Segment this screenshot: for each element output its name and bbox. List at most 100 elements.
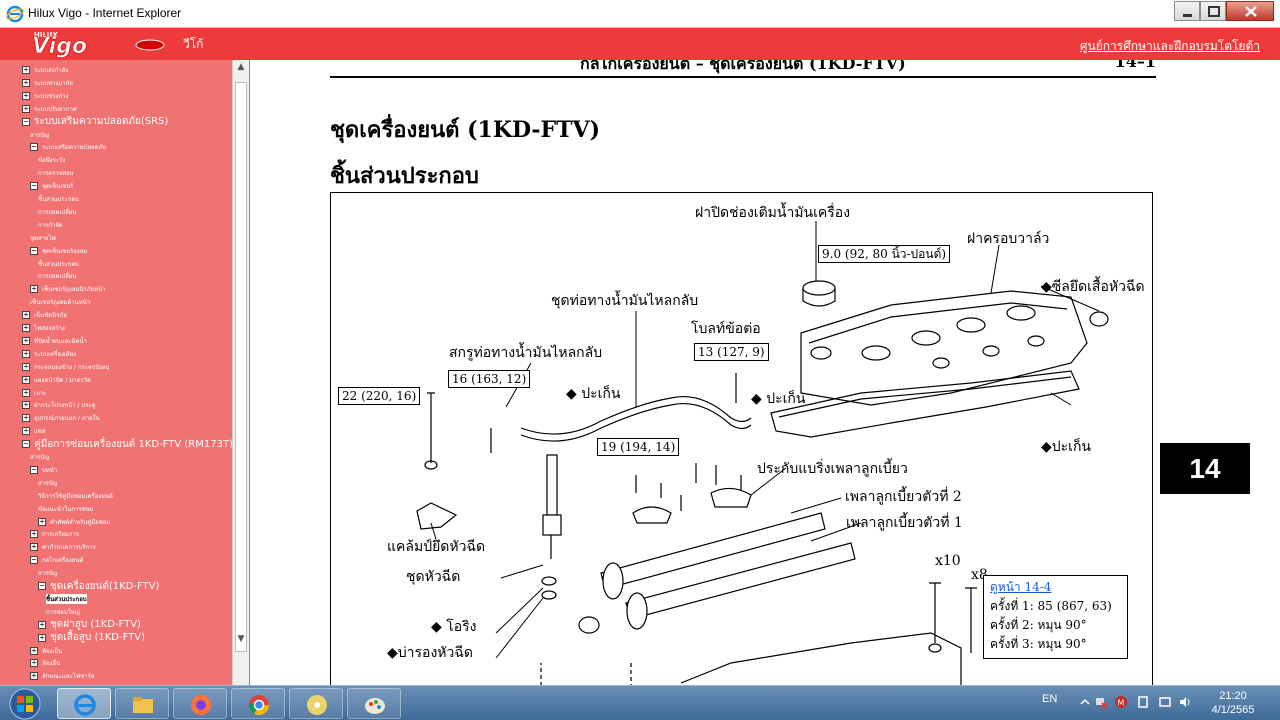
network-warning-icon[interactable] <box>1094 695 1108 709</box>
sidebar-tree-item[interactable]: + เบาะ <box>22 387 46 399</box>
scroll-down-icon[interactable]: ▼ <box>233 634 249 650</box>
sidebar-tree-item[interactable]: การตรวจสอบ <box>38 167 73 179</box>
expand-icon[interactable]: + <box>22 427 30 436</box>
sidebar-tree-item[interactable]: การซ่อมใหญ่ <box>46 606 80 618</box>
collapse-icon[interactable]: − <box>30 556 38 565</box>
taskbar-chrome[interactable] <box>231 688 285 719</box>
expand-icon[interactable]: + <box>22 388 30 397</box>
training-center-link[interactable]: ศูนย์การศึกษาและฝึกอบรมโตโยต้า <box>1080 37 1260 56</box>
taskbar-firefox[interactable] <box>173 688 227 719</box>
taskbar-internet-explorer[interactable] <box>57 688 111 719</box>
expand-icon[interactable]: + <box>38 633 46 642</box>
taskbar-paint[interactable] <box>347 688 401 719</box>
antivirus-icon[interactable]: M <box>1114 695 1128 709</box>
expand-icon[interactable]: + <box>22 349 30 358</box>
sidebar-tree-item[interactable]: + ระบบช่วงล่าง <box>22 90 68 102</box>
collapse-icon[interactable]: − <box>30 465 38 474</box>
sidebar-tree-item[interactable]: ข้อพึงระวัง <box>38 154 65 166</box>
sidebar-tree-item[interactable]: + ระบบพวงมาลัย <box>22 77 73 89</box>
device-icon[interactable] <box>1136 695 1150 709</box>
expand-icon[interactable]: + <box>38 620 46 629</box>
maximize-button[interactable] <box>1200 1 1226 21</box>
chevron-up-icon[interactable] <box>1078 695 1092 709</box>
sidebar-tree-item[interactable]: + เข็มขัดนิรภัย <box>22 309 67 321</box>
sidebar-tree-item[interactable]: ชุดสายไฟ <box>30 232 56 244</box>
expand-icon[interactable]: + <box>22 414 30 423</box>
sidebar-tree-item[interactable]: + ชุดฝาสูบ (1KD-FTV) <box>38 619 141 631</box>
sidebar-tree-item[interactable]: − ชุดเครื่องยนต์(1KD-FTV) <box>38 580 159 592</box>
sidebar-tree-item[interactable]: สารบัญ <box>38 567 57 579</box>
sidebar-tree-item[interactable]: − กลไกเครื่องยนต์ <box>30 554 83 566</box>
taskbar-file-explorer[interactable] <box>115 688 169 719</box>
sidebar-tree-item[interactable]: + แชส <box>22 425 46 437</box>
scroll-up-icon[interactable]: ▲ <box>233 62 249 78</box>
sidebar-tree-item[interactable]: + ห้องเย็น <box>30 645 62 657</box>
sidebar-tree-item[interactable]: ข้อแนะนำในการซ่อม <box>38 503 93 515</box>
sidebar-tree-item[interactable]: − ชุดเซ็นเซอร์ถุงลม <box>30 245 87 257</box>
action-center-icon[interactable] <box>1158 695 1172 709</box>
sidebar-tree-item[interactable]: − บทนำ <box>30 464 57 476</box>
sidebar-tree-item[interactable]: + ไฟส่องสว่าง <box>22 322 65 334</box>
sidebar-tree-item[interactable]: + ระบบปรับอากาศ <box>22 103 77 115</box>
expand-icon[interactable]: + <box>30 646 38 655</box>
sidebar-tree-item[interactable]: + การเตรียมการ <box>30 528 79 540</box>
collapse-icon[interactable]: − <box>22 117 30 126</box>
sidebar-tree-item[interactable]: + ชุดเสื้อสูบ (1KD-FTV) <box>38 632 145 644</box>
sidebar-tree-item[interactable]: + อุปกรณ์ภายนอก / ภายใน <box>22 412 100 424</box>
expand-icon[interactable]: + <box>22 104 30 113</box>
sidebar-tree-item[interactable]: − ชุดเซ็นเซอร์ <box>30 180 73 192</box>
taskbar-media-player[interactable] <box>289 688 343 719</box>
scrollbar-thumb[interactable] <box>235 82 247 652</box>
sidebar-tree-item[interactable]: ชิ้นส่วนประกอบ <box>46 593 87 605</box>
close-button[interactable] <box>1226 1 1274 21</box>
sidebar-tree-item[interactable]: + ฝากระโปรงหน้า / ประตู <box>22 399 96 411</box>
collapse-icon[interactable]: − <box>38 582 46 590</box>
sidebar-tree-item[interactable]: + กระจกมองข้าง / กระจกบังลม <box>22 361 110 373</box>
sidebar-tree-item[interactable]: การถอดเปลี่ยน <box>38 206 77 218</box>
expand-icon[interactable]: + <box>22 401 30 410</box>
sidebar-tree-item[interactable]: − คู่มือการซ่อมเครื่องยนต์ 1KD-FTV (RM173… <box>22 438 233 450</box>
windows-start-icon[interactable] <box>6 688 44 720</box>
sidebar-tree-item[interactable]: การถอดเปลี่ยน <box>38 270 77 282</box>
sidebar-tree-item[interactable]: + คำศัพท์สำหรับคู่มือซ่อม <box>38 516 110 528</box>
expand-icon[interactable]: + <box>30 530 38 539</box>
sidebar-tree-item[interactable]: + ที่ปัดน้ำฝนและฉีดน้ำ <box>22 335 87 347</box>
expand-icon[interactable]: + <box>30 285 38 294</box>
expand-icon[interactable]: + <box>22 324 30 332</box>
sidebar-tree-item[interactable]: การกำจัด <box>38 219 63 231</box>
note-page-ref-link[interactable]: ดูหน้า 14-4 <box>990 578 1121 597</box>
expand-icon[interactable]: + <box>22 336 30 345</box>
expand-icon[interactable]: + <box>22 362 30 371</box>
sidebar-tree-item[interactable]: สารบัญ <box>30 129 49 141</box>
sidebar-tree-item[interactable]: + เซ็นเซอร์ถุงลมนิรภัยหน้า <box>30 283 106 295</box>
sidebar-tree-item[interactable]: ชิ้นส่วนประกอบ <box>38 193 79 205</box>
language-indicator[interactable]: EN <box>1042 693 1057 705</box>
expand-icon[interactable]: + <box>30 543 38 552</box>
sidebar-tree-item[interactable]: + ระบบเครื่องเสียง <box>22 348 76 360</box>
expand-icon[interactable]: + <box>38 517 46 526</box>
expand-icon[interactable]: + <box>22 78 30 87</box>
sidebar-tree-item[interactable]: + แผงหน้าปัด / มาตรวัด <box>22 374 91 386</box>
expand-icon[interactable]: + <box>22 311 30 320</box>
sidebar-tree-item[interactable]: ชิ้นส่วนประกอบ <box>38 258 79 270</box>
collapse-icon[interactable]: − <box>30 246 38 255</box>
expand-icon[interactable]: + <box>22 375 30 384</box>
sidebar-tree-item[interactable]: + ระบบส่งกำลัง <box>22 64 68 76</box>
sidebar-scrollbar[interactable]: ▲ ▼ <box>232 60 249 685</box>
expand-icon[interactable]: + <box>30 659 38 668</box>
sidebar-tree-item[interactable]: + ห้องอื่น <box>30 657 60 669</box>
sidebar-tree-item[interactable]: สารบัญ <box>30 451 49 463</box>
volume-icon[interactable] <box>1178 695 1192 709</box>
system-clock[interactable]: 21:20 4/1/2565 <box>1198 689 1268 717</box>
sidebar-tree-item[interactable]: + ค่ากำหนดการบริการ <box>30 541 96 553</box>
expand-icon[interactable]: + <box>30 672 38 681</box>
minimize-button[interactable] <box>1174 1 1200 21</box>
collapse-icon[interactable]: − <box>22 440 30 449</box>
sidebar-tree-item[interactable]: เซ็นเซอร์ถุงลมด้านหน้า <box>30 296 90 308</box>
sidebar-tree-item[interactable]: สารบัญ <box>38 477 57 489</box>
sidebar-tree-item[interactable]: วิธีการใช้คู่มือซ่อมเครื่องยนต์ <box>38 490 113 502</box>
collapse-icon[interactable]: − <box>30 143 38 152</box>
sidebar-tree-item[interactable]: − ระบบเสริมความปลอดภัย(SRS) <box>22 116 168 128</box>
sidebar-tree-item[interactable]: − ระบบเสริมความปลอดภัย <box>30 141 106 153</box>
expand-icon[interactable]: + <box>22 91 30 100</box>
